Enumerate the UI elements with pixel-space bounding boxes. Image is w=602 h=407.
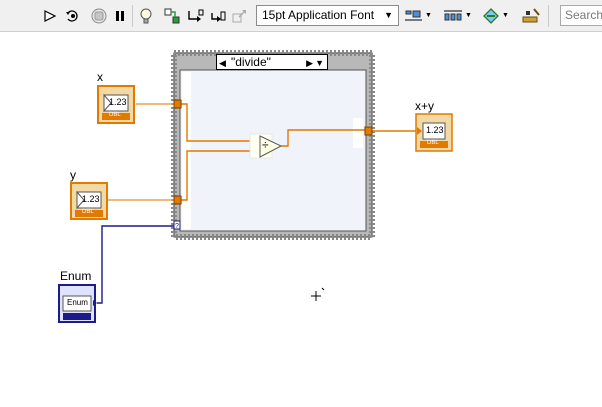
highlight-execution-icon[interactable] [136, 6, 156, 26]
distribute-objects-icon[interactable] [443, 6, 463, 26]
align-objects-icon[interactable] [404, 6, 424, 26]
step-over-icon[interactable] [208, 6, 228, 26]
terminal-y-label: y [70, 168, 76, 182]
terminal-sum-type: 1.23 [426, 125, 444, 135]
font-select-value: 15pt Application Font [262, 8, 375, 22]
terminal-enum-type: Enum [67, 298, 88, 307]
input-tunnel[interactable] [173, 99, 182, 109]
cleanup-diagram-icon[interactable] [520, 6, 540, 26]
reorder-icon[interactable] [481, 6, 501, 26]
chevron-down-icon[interactable]: ▼ [425, 12, 432, 19]
crosshair-cursor-icon [311, 287, 325, 301]
svg-text:?: ? [175, 223, 179, 230]
terminal-x-label: x [97, 70, 103, 84]
input-tunnel[interactable] [173, 195, 182, 205]
case-selector-label[interactable]: ◀ "divide" ▶ ▼ [216, 54, 328, 70]
terminal-x-type: 1.23 [109, 97, 127, 107]
terminal-sum-label: x+y [415, 99, 435, 113]
terminal-sum-dtype: DBL [427, 140, 439, 146]
enum-wire[interactable] [97, 225, 176, 304]
search-placeholder: Search [565, 8, 602, 22]
step-into-icon[interactable] [186, 6, 206, 26]
run-arrow-icon[interactable] [41, 6, 61, 26]
chevron-down-icon[interactable]: ▼ [465, 12, 472, 19]
search-input[interactable]: Search [560, 5, 602, 26]
block-diagram[interactable]: ? [0, 32, 602, 407]
abort-icon[interactable] [89, 6, 109, 26]
terminal-y-type: 1.23 [82, 194, 100, 204]
toolbar: 15pt Application Font ▼ ▼ ▼ ▼ Search [0, 0, 602, 32]
terminal-y-dtype: DBL [82, 209, 94, 215]
font-select[interactable]: 15pt Application Font ▼ [256, 5, 399, 26]
terminal-x-dtype: DBL [109, 112, 121, 118]
case-selector-value: "divide" [231, 55, 271, 69]
retain-wire-values-icon[interactable] [162, 6, 182, 26]
pause-icon[interactable] [110, 6, 130, 26]
chevron-down-icon[interactable]: ▼ [502, 12, 509, 19]
divide-symbol: ÷ [262, 138, 269, 152]
chevron-down-icon: ▼ [384, 10, 393, 20]
chevron-right-icon[interactable]: ▶ [306, 56, 313, 70]
terminal-enum-label: Enum [60, 269, 92, 283]
run-continuously-icon[interactable] [63, 6, 83, 26]
chevron-left-icon[interactable]: ◀ [219, 56, 226, 70]
output-tunnel[interactable] [364, 126, 373, 136]
chevron-down-icon[interactable]: ▼ [315, 56, 324, 70]
step-out-icon[interactable] [230, 6, 250, 26]
